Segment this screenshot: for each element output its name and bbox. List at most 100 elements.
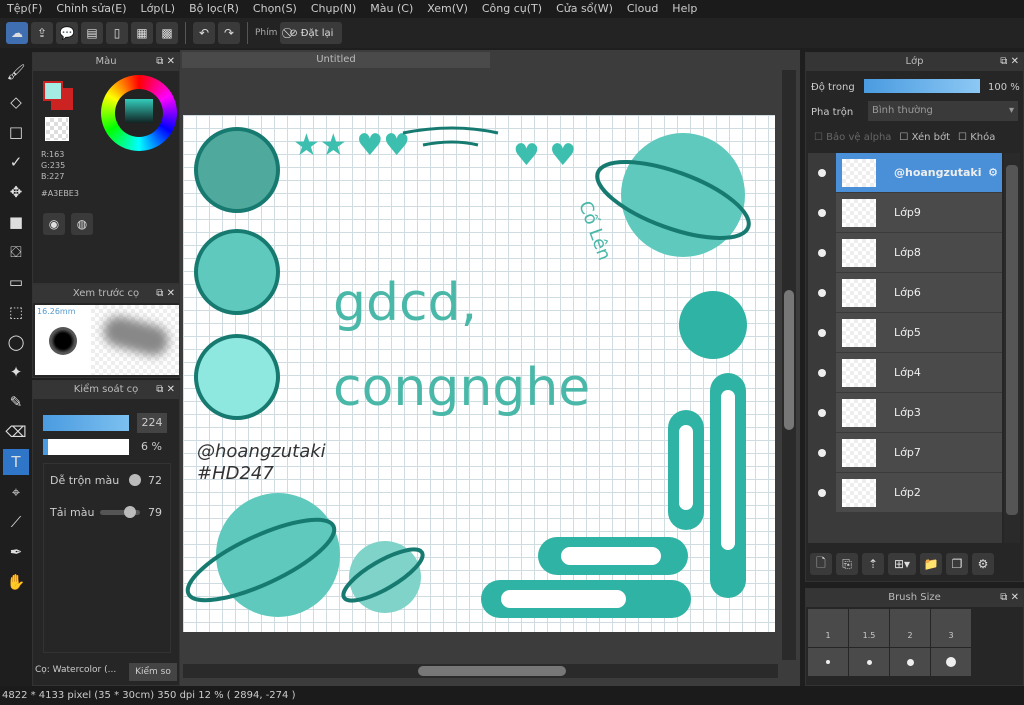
brush-size-cell[interactable] <box>849 648 889 676</box>
menu-item[interactable]: Xem(V) <box>420 0 475 18</box>
brush-size-value[interactable]: 224 <box>137 413 167 433</box>
select-pen-icon[interactable]: ✎ <box>3 389 29 415</box>
duplicate-layer-icon[interactable]: ⎘ <box>836 553 858 575</box>
operation-tool-icon[interactable]: ⌖ <box>3 479 29 505</box>
brush-size-slider[interactable] <box>43 415 129 431</box>
mix-slider-knob[interactable] <box>129 474 141 486</box>
brush-tool-icon[interactable]: 🖌 <box>3 59 29 85</box>
brush-size-cell[interactable]: 1.5 <box>849 609 889 647</box>
layer-row[interactable]: Lớp2 <box>808 472 1002 513</box>
fill-rect-tool-icon[interactable]: ■ <box>3 209 29 235</box>
merge-layer-icon[interactable]: ❐ <box>946 553 968 575</box>
visibility-icon[interactable] <box>808 392 836 433</box>
brush-size-cell[interactable] <box>808 648 848 676</box>
menu-item[interactable]: Màu (C) <box>363 0 420 18</box>
text-tool-icon[interactable]: T <box>3 449 29 475</box>
eyedropper-icon[interactable]: ✒ <box>3 539 29 565</box>
lasso-tool-icon[interactable]: ◯ <box>3 329 29 355</box>
document-tab[interactable]: Untitled <box>182 52 490 68</box>
close-icon[interactable]: ⧉ ✕ <box>156 285 175 303</box>
layer-row[interactable]: Lớp4 <box>808 352 1002 393</box>
layer-settings-icon[interactable]: ⚙ <box>972 553 994 575</box>
visibility-icon[interactable] <box>808 432 836 473</box>
import-layer-icon[interactable]: ⇡ <box>862 553 884 575</box>
menu-item[interactable]: Lớp(L) <box>134 0 183 18</box>
select-tool-icon[interactable]: ⬚ <box>3 299 29 325</box>
layer-row[interactable]: Lớp7 <box>808 432 1002 473</box>
export-icon[interactable]: ⇪ <box>31 22 53 44</box>
menu-item[interactable]: Cloud <box>620 0 665 18</box>
visibility-icon[interactable] <box>808 232 836 273</box>
divide-tool-icon[interactable]: ⟋ <box>3 509 29 535</box>
brush-name-tab[interactable]: Cọ: Watercolor (... <box>35 665 125 675</box>
menu-item[interactable]: Help <box>665 0 704 18</box>
close-icon[interactable]: ⧉ ✕ <box>156 53 175 71</box>
layer-row[interactable]: Lớp9 <box>808 192 1002 233</box>
transparent-swatch[interactable] <box>45 117 69 141</box>
menu-item[interactable]: Chỉnh sửa(E) <box>49 0 133 18</box>
primary-color-swatch[interactable] <box>43 81 63 101</box>
layer-row[interactable]: Lớp5 <box>808 312 1002 353</box>
lock-checkbox[interactable]: ☐ Khóa <box>958 132 995 143</box>
rect-tool-icon[interactable]: □ <box>3 119 29 145</box>
close-icon[interactable]: ⧉ ✕ <box>1000 589 1019 607</box>
layer-row[interactable]: Lớp8 <box>808 232 1002 273</box>
horizontal-scrollbar[interactable] <box>183 664 778 678</box>
magic-wand-icon[interactable]: ✦ <box>3 359 29 385</box>
layer-row[interactable]: @hoangzutaki ⚙ <box>808 152 1002 193</box>
move-tool-icon[interactable]: ✥ <box>3 179 29 205</box>
layer-row[interactable]: Lớp3 <box>808 392 1002 433</box>
clipping-checkbox[interactable]: ☐ Xén bớt <box>899 132 950 143</box>
undo-button[interactable]: ↶ <box>193 22 215 44</box>
visibility-icon[interactable] <box>808 152 836 193</box>
grid-icon[interactable]: ▦ <box>131 22 153 44</box>
palette-icon[interactable]: ◉ <box>43 213 65 235</box>
menu-item[interactable]: Tệp(F) <box>0 0 49 18</box>
layer-row[interactable]: Lớp6 <box>808 272 1002 313</box>
brush-opacity-slider[interactable] <box>43 439 129 455</box>
drawing-canvas[interactable]: ★★ ♥♥ ♥ ♥ gdcd, congnghe Cố Lên @hoangzut… <box>183 115 775 632</box>
speech-bubble-icon[interactable]: 💬 <box>56 22 78 44</box>
brush-size-cell[interactable]: 3 <box>931 609 971 647</box>
load-slider-knob[interactable] <box>124 506 136 518</box>
redo-button[interactable]: ↷ <box>218 22 240 44</box>
check-tool-icon[interactable]: ✓ <box>3 149 29 175</box>
cloud-icon[interactable]: ☁ <box>6 22 28 44</box>
layer-opacity-slider[interactable] <box>864 79 980 93</box>
brush-size-cell[interactable] <box>931 648 971 676</box>
bucket-tool-icon[interactable]: ⛋ <box>3 239 29 265</box>
hand-tool-icon[interactable]: ✋ <box>3 569 29 595</box>
blend-mode-select[interactable]: Bình thường ▾ <box>868 101 1018 121</box>
menu-item[interactable]: Cửa sổ(W) <box>549 0 620 18</box>
brush-size-cell[interactable] <box>890 648 930 676</box>
panel-icon[interactable]: ▤ <box>81 22 103 44</box>
add-layer-menu-icon[interactable]: ⊞▾ <box>888 553 916 575</box>
protect-alpha-checkbox[interactable]: ☐ Bảo vệ alpha <box>814 132 891 143</box>
visibility-icon[interactable] <box>808 472 836 513</box>
menu-item[interactable]: Công cụ(T) <box>475 0 549 18</box>
reset-button[interactable]: ⃠⊘ Đặt lại <box>280 22 343 44</box>
select-eraser-icon[interactable]: ⌫ <box>3 419 29 445</box>
menu-item[interactable]: Chụp(N) <box>304 0 363 18</box>
brush-control-tab[interactable]: Kiểm so <box>129 663 177 681</box>
color-mix-icon[interactable]: ◍ <box>71 213 93 235</box>
visibility-icon[interactable] <box>808 192 836 233</box>
menu-item[interactable]: Bộ lọc(R) <box>182 0 246 18</box>
new-layer-icon[interactable]: 🗋 <box>810 553 832 575</box>
brush-size-cell[interactable]: 2 <box>890 609 930 647</box>
close-icon[interactable]: ⧉ ✕ <box>1000 53 1019 71</box>
eraser-tool-icon[interactable]: ◇ <box>3 89 29 115</box>
color-wheel[interactable] <box>101 75 177 151</box>
gear-icon[interactable]: ⚙ <box>988 166 1002 179</box>
brush-size-cell[interactable]: 1 <box>808 609 848 647</box>
vertical-scrollbar[interactable] <box>782 70 796 660</box>
layer-scrollbar[interactable] <box>1004 153 1020 543</box>
layout-icon[interactable]: ▩ <box>156 22 178 44</box>
visibility-icon[interactable] <box>808 312 836 353</box>
close-icon[interactable]: ⧉ ✕ <box>156 381 175 399</box>
menu-item[interactable]: Chọn(S) <box>246 0 304 18</box>
folder-icon[interactable]: 📁 <box>920 553 942 575</box>
visibility-icon[interactable] <box>808 352 836 393</box>
visibility-icon[interactable] <box>808 272 836 313</box>
gradient-tool-icon[interactable]: ▭ <box>3 269 29 295</box>
